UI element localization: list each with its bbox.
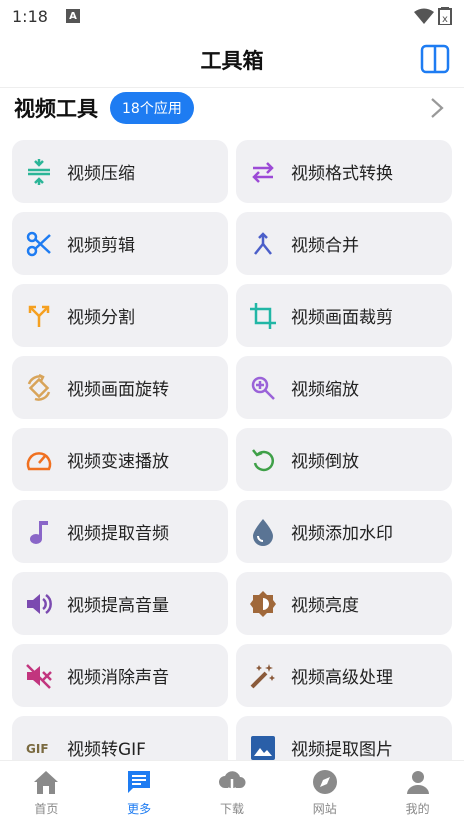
battery-icon: x <box>438 7 452 25</box>
bottom-nav: 首页 更多 下载 网站 我的 <box>0 760 464 824</box>
chevron-right-icon[interactable] <box>424 96 448 120</box>
status-bar: 1:18 A x <box>0 0 464 32</box>
download-icon <box>218 771 246 794</box>
tool-label: 视频分割 <box>67 308 135 328</box>
layout-toggle-icon[interactable] <box>420 44 450 74</box>
tool-video-extract-audio[interactable]: 视频提取音频 <box>12 500 228 563</box>
nav-label: 更多 <box>127 802 152 816</box>
tool-grid: 视频压缩 视频格式转换 视频剪辑 视频合并 视频分割 视频画面裁剪 视频画面旋转… <box>12 140 452 779</box>
tool-label: 视频消除声音 <box>67 668 169 688</box>
tool-video-merge[interactable]: 视频合并 <box>236 212 452 275</box>
status-time: 1:18 <box>12 6 48 26</box>
tool-label: 视频格式转换 <box>291 164 393 184</box>
nav-item-website[interactable]: 网站 <box>285 768 365 817</box>
tool-label: 视频提高音量 <box>67 596 169 616</box>
tool-video-mute[interactable]: 视频消除声音 <box>12 644 228 707</box>
section-header[interactable]: 视频工具 18个应用 <box>0 88 464 128</box>
more-icon <box>128 771 151 793</box>
gif-icon: GIF <box>24 733 54 763</box>
compress-icon <box>24 157 54 187</box>
page-title: 工具箱 <box>200 48 264 73</box>
tool-label: 视频合并 <box>291 236 359 256</box>
tool-video-brightness[interactable]: 视频亮度 <box>236 572 452 635</box>
app-bar: 工具箱 <box>0 32 464 88</box>
nav-label: 网站 <box>312 802 337 816</box>
notification-icon: A <box>65 9 80 23</box>
tool-label: 视频剪辑 <box>67 236 135 256</box>
swap-icon <box>248 157 278 187</box>
tool-label: 视频缩放 <box>291 380 359 400</box>
tool-video-speed[interactable]: 视频变速播放 <box>12 428 228 491</box>
nav-item-download[interactable]: 下载 <box>192 768 272 817</box>
home-icon <box>34 771 59 794</box>
tool-label: 视频转GIF <box>67 740 146 760</box>
scissors-icon <box>24 229 54 259</box>
tool-label: 视频亮度 <box>291 596 359 616</box>
nav-label: 首页 <box>34 802 59 816</box>
tool-video-advanced[interactable]: 视频高级处理 <box>236 644 452 707</box>
tool-video-format-convert[interactable]: 视频格式转换 <box>236 140 452 203</box>
app-count-badge: 18个应用 <box>110 92 194 124</box>
magic-wand-icon <box>248 661 278 691</box>
tool-video-reverse[interactable]: 视频倒放 <box>236 428 452 491</box>
person-icon <box>406 771 429 794</box>
tool-video-zoom[interactable]: 视频缩放 <box>236 356 452 419</box>
volume-mute-icon <box>24 661 54 691</box>
tool-video-compress[interactable]: 视频压缩 <box>12 140 228 203</box>
tool-video-crop[interactable]: 视频画面裁剪 <box>236 284 452 347</box>
tool-label: 视频压缩 <box>67 164 135 184</box>
tool-label: 视频画面旋转 <box>67 380 169 400</box>
svg-text:GIF: GIF <box>26 742 49 756</box>
tool-label: 视频画面裁剪 <box>291 308 393 328</box>
tool-label: 视频提取音频 <box>67 524 169 544</box>
nav-label: 下载 <box>219 802 244 816</box>
split-icon <box>24 301 54 331</box>
tool-video-edit[interactable]: 视频剪辑 <box>12 212 228 275</box>
nav-item-profile[interactable]: 我的 <box>378 768 458 817</box>
brightness-icon <box>248 589 278 619</box>
svg-text:x: x <box>442 14 448 25</box>
zoom-icon <box>248 373 278 403</box>
nav-item-more[interactable]: 更多 <box>99 768 179 817</box>
merge-icon <box>248 229 278 259</box>
status-icons: x <box>414 7 452 25</box>
section-title: 视频工具 <box>14 97 98 121</box>
tool-video-volume-up[interactable]: 视频提高音量 <box>12 572 228 635</box>
water-drop-icon <box>248 517 278 547</box>
tool-label: 视频添加水印 <box>291 524 393 544</box>
music-note-icon <box>24 517 54 547</box>
tool-label: 视频提取图片 <box>291 740 393 760</box>
nav-item-home[interactable]: 首页 <box>6 768 86 817</box>
rotate-icon <box>24 373 54 403</box>
tool-video-watermark[interactable]: 视频添加水印 <box>236 500 452 563</box>
image-icon <box>248 733 278 763</box>
tool-video-rotate[interactable]: 视频画面旋转 <box>12 356 228 419</box>
tool-label: 视频高级处理 <box>291 668 393 688</box>
nav-label: 我的 <box>405 802 430 816</box>
reverse-icon <box>248 445 278 475</box>
speed-icon <box>24 445 54 475</box>
crop-icon <box>248 301 278 331</box>
tool-label: 视频变速播放 <box>67 452 169 472</box>
tool-label: 视频倒放 <box>291 452 359 472</box>
volume-up-icon <box>24 589 54 619</box>
wifi-icon <box>414 8 434 24</box>
tool-video-split[interactable]: 视频分割 <box>12 284 228 347</box>
compass-icon <box>312 770 337 794</box>
